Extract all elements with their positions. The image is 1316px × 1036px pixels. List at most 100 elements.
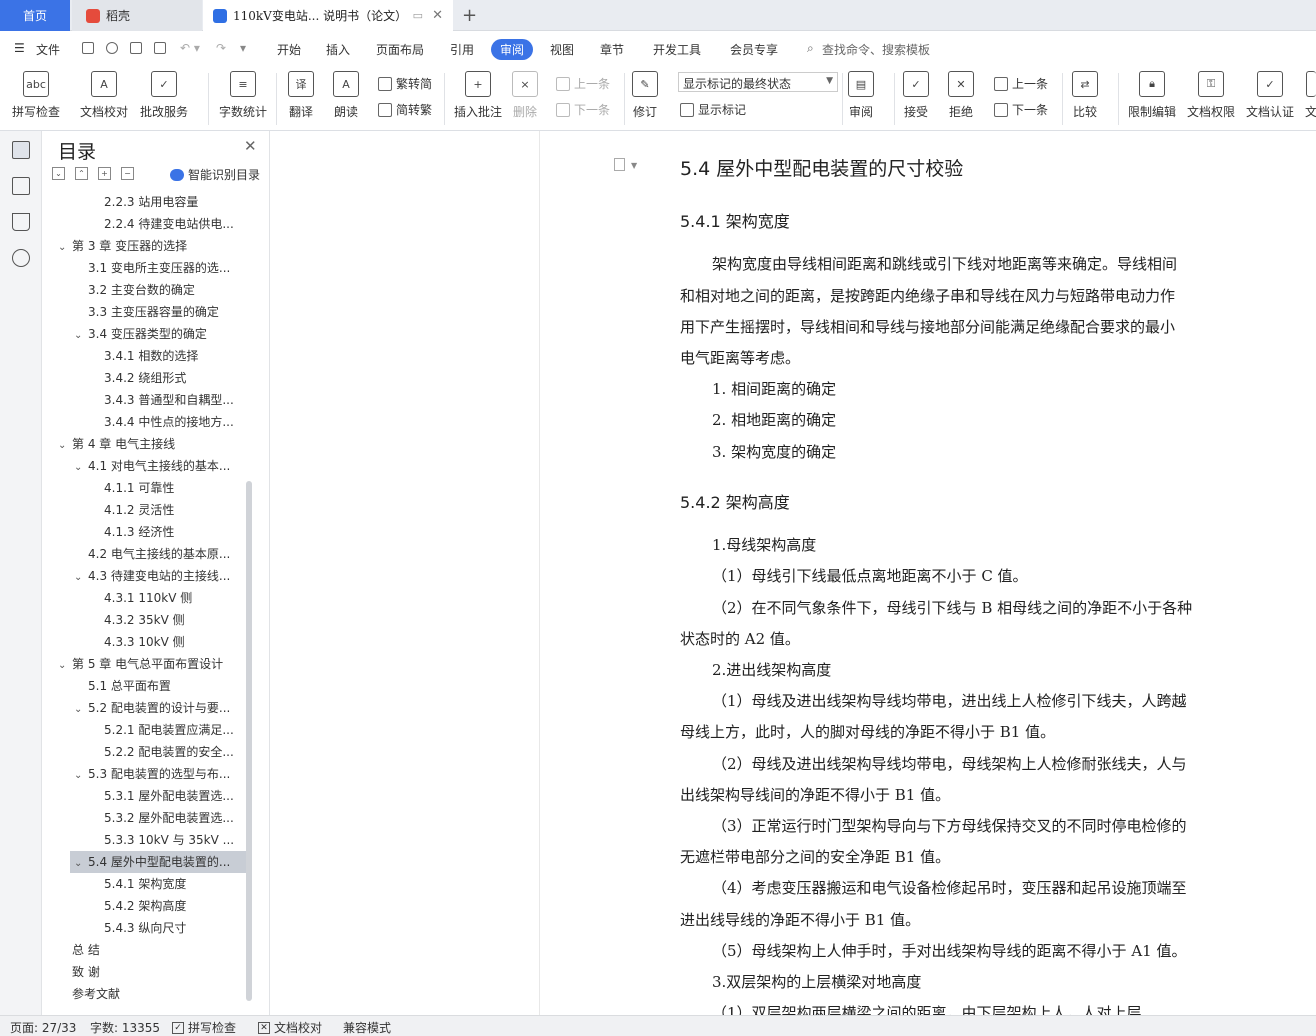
menu-start[interactable]: 开始 bbox=[277, 41, 301, 58]
review-pane-button[interactable]: ▤ 审阅 bbox=[848, 71, 874, 120]
next-comment-button[interactable]: 下一条 bbox=[556, 101, 610, 118]
toc-item[interactable]: ⌄ 5.4 屋外中型配电装置的... bbox=[70, 851, 246, 873]
save-icon[interactable] bbox=[82, 42, 94, 54]
menu-devtools[interactable]: 开发工具 bbox=[653, 41, 701, 58]
status-spell-check[interactable]: ✓ 拼写检查 bbox=[172, 1019, 236, 1036]
batch-service-button[interactable]: ✓ 批改服务 bbox=[140, 71, 188, 120]
ribbon-overflow-button[interactable]: 文 bbox=[1305, 71, 1316, 120]
translate-button[interactable]: 译翻译 bbox=[288, 71, 314, 120]
chevron-down-icon[interactable]: ⌄ bbox=[74, 457, 88, 477]
delete-comment-button[interactable]: × 删除 bbox=[512, 71, 538, 120]
markup-state-select[interactable]: 显示标记的最终状态 ▼ bbox=[678, 72, 838, 92]
toc-item[interactable]: 参考文献 bbox=[72, 983, 272, 1005]
prev-change-button[interactable]: 上一条 bbox=[994, 75, 1048, 92]
print-preview-icon[interactable] bbox=[154, 42, 166, 54]
chevron-down-icon[interactable]: ⌄ bbox=[74, 699, 88, 719]
toc-item[interactable]: 4.2 电气主接线的基本原... bbox=[88, 543, 288, 565]
search-icon[interactable]: ⌕ bbox=[807, 41, 814, 56]
toc-item[interactable]: 致 谢 bbox=[72, 961, 272, 983]
menu-insert[interactable]: 插入 bbox=[326, 41, 350, 58]
paragraph-line: 无遮栏带电部分之间的安全净距 B1 值。 bbox=[680, 848, 951, 866]
chevron-down-icon[interactable]: ⌄ bbox=[74, 765, 88, 785]
toc-item[interactable]: ⌄ 5.2 配电装置的设计与要... bbox=[74, 697, 274, 719]
compare-button[interactable]: ⇄ 比较 bbox=[1072, 71, 1098, 120]
menu-section[interactable]: 章节 bbox=[600, 41, 624, 58]
spell-check-button[interactable]: abc 拼写检查 bbox=[12, 71, 60, 120]
add-heading-icon[interactable]: + bbox=[98, 167, 111, 180]
reject-button[interactable]: ✕ 拒绝 bbox=[948, 71, 974, 120]
menu-reference[interactable]: 引用 bbox=[450, 41, 474, 58]
menu-file[interactable]: 文件 bbox=[36, 41, 60, 58]
close-icon[interactable]: ✕ bbox=[244, 137, 257, 155]
chevron-down-icon[interactable]: ▼ bbox=[631, 161, 637, 170]
chevron-down-icon[interactable]: ⌄ bbox=[58, 237, 72, 257]
tab-document[interactable]: 110kV变电站... 说明书（论文） ▭ ✕ bbox=[203, 0, 453, 31]
toc-item[interactable]: ⌄ 第 3 章 变压器的选择 bbox=[58, 235, 258, 257]
trad-to-simp-button[interactable]: 繁转简 bbox=[378, 75, 432, 92]
menu-view[interactable]: 视图 bbox=[550, 41, 574, 58]
chevron-down-icon[interactable]: ⌄ bbox=[74, 325, 88, 345]
chevron-down-icon[interactable]: ⌄ bbox=[58, 655, 72, 675]
menu-layout[interactable]: 页面布局 bbox=[376, 41, 424, 58]
track-changes-button[interactable]: ✎ 修订 bbox=[632, 71, 658, 120]
redo-icon[interactable]: ↷ bbox=[216, 41, 226, 55]
doc-certify-button[interactable]: ✓ 文档认证 bbox=[1246, 71, 1294, 120]
section-nav-icon[interactable] bbox=[12, 177, 30, 195]
prev-comment-label: 上一条 bbox=[574, 77, 611, 91]
chevron-down-icon[interactable]: ⌄ bbox=[74, 567, 88, 587]
search-icon[interactable] bbox=[12, 249, 30, 267]
show-markup-icon bbox=[680, 102, 694, 117]
bookmark-icon[interactable] bbox=[12, 213, 30, 231]
read-aloud-button[interactable]: A 朗读 bbox=[333, 71, 359, 120]
toc-item[interactable]: ⌄ 第 5 章 电气总平面布置设计 bbox=[58, 653, 258, 675]
new-tab-icon[interactable]: + bbox=[462, 5, 477, 26]
status-doc-check[interactable]: ✕ 文档校对 bbox=[258, 1019, 322, 1036]
toc-item[interactable]: ⌄ 4.3 待建变电站的主接线... bbox=[74, 565, 274, 587]
simp-to-trad-button[interactable]: 简转繁 bbox=[378, 101, 432, 118]
toc-pane-icon[interactable] bbox=[12, 141, 30, 159]
menu-review[interactable]: 审阅 bbox=[491, 39, 534, 60]
doc-permission-button[interactable]: ⚿ 文档权限 bbox=[1187, 71, 1235, 120]
insert-comment-button[interactable]: + 插入批注 bbox=[454, 71, 502, 120]
toc-item[interactable]: 3.1 变电所主变压器的选... bbox=[88, 257, 288, 279]
close-tab-icon[interactable]: ✕ bbox=[432, 8, 443, 23]
collapse-all-icon[interactable]: ⌃ bbox=[75, 167, 88, 180]
toc-item[interactable]: ⌄ 4.1 对电气主接线的基本... bbox=[74, 455, 274, 477]
prev-comment-button[interactable]: 上一条 bbox=[556, 75, 610, 92]
word-count-button[interactable]: ≡ 字数统计 bbox=[219, 71, 267, 120]
show-markup-button[interactable]: 显示标记 bbox=[680, 101, 746, 118]
prev-change-icon bbox=[994, 76, 1008, 91]
word-count-indicator[interactable]: 字数: 13355 bbox=[90, 1019, 160, 1036]
toc-item-label: 3.2 主变台数的确定 bbox=[88, 283, 195, 297]
toc-item[interactable]: ⌄ 第 4 章 电气主接线 bbox=[58, 433, 258, 455]
command-search[interactable]: 查找命令、搜索模板 bbox=[822, 41, 930, 58]
share-icon[interactable] bbox=[106, 42, 118, 54]
hamburger-icon[interactable]: ☰ bbox=[14, 41, 25, 55]
menu-member[interactable]: 会员专享 bbox=[730, 41, 778, 58]
toc-item[interactable]: 3.3 主变压器容量的确定 bbox=[88, 301, 288, 323]
chevron-down-icon[interactable]: ⌄ bbox=[58, 435, 72, 455]
toc-item[interactable]: 5.1 总平面布置 bbox=[88, 675, 288, 697]
doc-check-button[interactable]: A 文档校对 bbox=[80, 71, 128, 120]
toc-item[interactable]: 3.2 主变台数的确定 bbox=[88, 279, 288, 301]
toc-item[interactable]: 总 结 bbox=[72, 939, 272, 961]
smart-toc-button[interactable]: 智能识别目录 bbox=[170, 166, 260, 183]
expand-all-icon[interactable]: ⌄ bbox=[52, 167, 65, 180]
undo-icon[interactable]: ↶ ▾ bbox=[180, 41, 200, 55]
paragraph-format-icon[interactable] bbox=[614, 158, 625, 171]
quick-access-dropdown-icon[interactable]: ▾ bbox=[240, 41, 246, 55]
page-indicator[interactable]: 页面: 27/33 bbox=[10, 1019, 76, 1036]
restrict-edit-button[interactable]: 🔒︎ 限制编辑 bbox=[1128, 71, 1176, 120]
tab-daoke[interactable]: 稻壳 bbox=[72, 0, 202, 31]
monitor-icon[interactable]: ▭ bbox=[413, 9, 423, 22]
remove-heading-icon[interactable]: − bbox=[121, 167, 134, 180]
print-icon[interactable] bbox=[130, 42, 142, 54]
toc-scrollbar[interactable] bbox=[246, 481, 252, 1001]
document-canvas[interactable]: ▼ 5.4 屋外中型配电装置的尺寸校验 5.4.1 架构宽度 架构宽度由导线相间… bbox=[541, 131, 1316, 1015]
accept-button[interactable]: ✓ 接受 bbox=[903, 71, 929, 120]
chevron-down-icon[interactable]: ⌄ bbox=[74, 853, 88, 873]
toc-item[interactable]: ⌄ 3.4 变压器类型的确定 bbox=[74, 323, 274, 345]
toc-item[interactable]: ⌄ 5.3 配电装置的选型与布... bbox=[74, 763, 274, 785]
next-change-button[interactable]: 下一条 bbox=[994, 101, 1048, 118]
tab-home[interactable]: 首页 bbox=[0, 0, 70, 31]
